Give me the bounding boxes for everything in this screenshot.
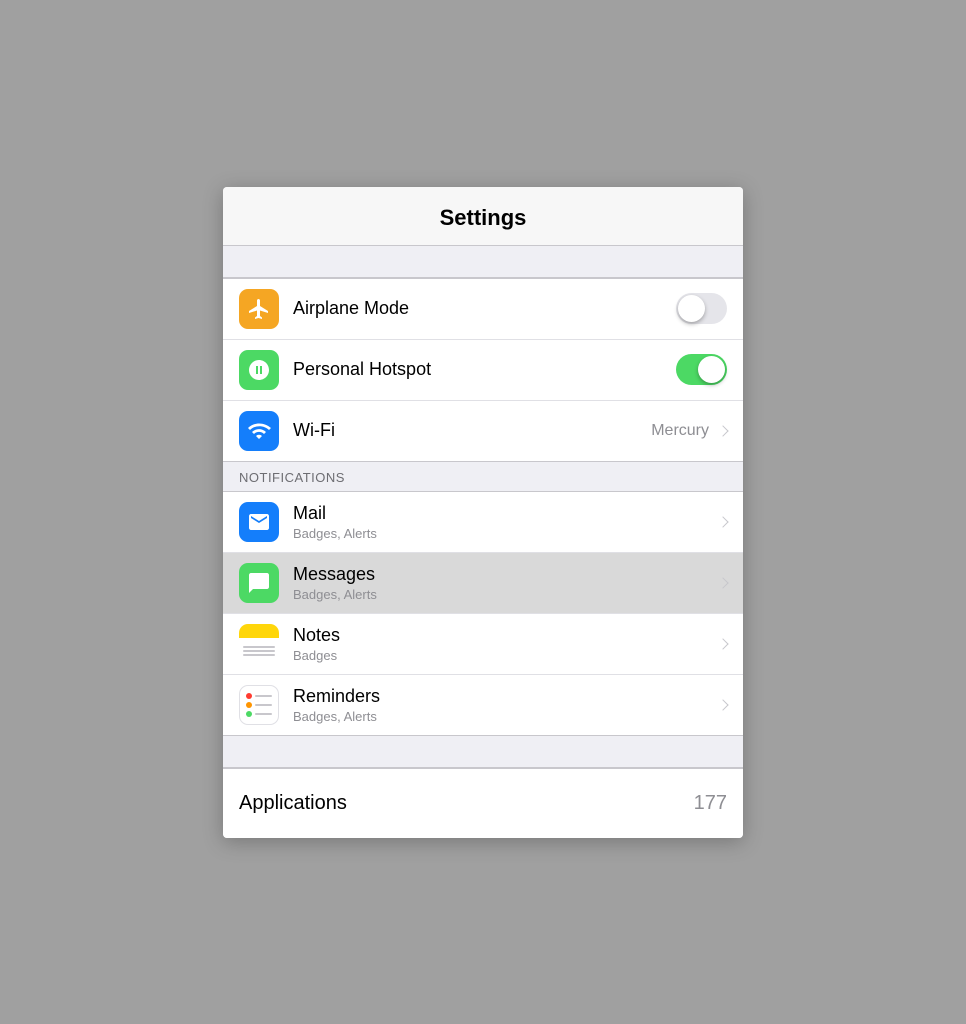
mail-right (715, 518, 727, 526)
notes-icon-top (239, 624, 279, 638)
hotspot-toggle[interactable] (676, 354, 727, 385)
airplane-mode-icon-wrap (239, 289, 279, 329)
personal-hotspot-row[interactable]: Personal Hotspot (223, 340, 743, 401)
wifi-chevron (717, 425, 728, 436)
page-title: Settings (223, 205, 743, 231)
connectivity-group: Airplane Mode Personal Hotspot (223, 278, 743, 462)
notifications-section-label: NOTIFICATIONS (223, 462, 743, 491)
notes-right (715, 640, 727, 648)
top-section-gap (223, 246, 743, 278)
airplane-mode-toggle-knob (678, 295, 705, 322)
wifi-text: Wi-Fi (293, 420, 651, 441)
airplane-mode-text: Airplane Mode (293, 298, 676, 319)
reminders-right (715, 701, 727, 709)
messages-subtitle: Badges, Alerts (293, 587, 715, 602)
notes-line-3 (243, 654, 275, 656)
bottom-section-gap (223, 736, 743, 768)
airplane-mode-row[interactable]: Airplane Mode (223, 279, 743, 340)
notes-subtitle: Badges (293, 648, 715, 663)
messages-chevron (717, 577, 728, 588)
reminders-icon-wrap (239, 685, 279, 725)
reminder-dot-3 (246, 711, 252, 717)
mail-label: Mail (293, 503, 715, 524)
messages-icon-wrap (239, 563, 279, 603)
notes-text: Notes Badges (293, 625, 715, 663)
mail-icon (247, 510, 271, 534)
airplane-mode-toggle[interactable] (676, 293, 727, 324)
applications-label: Applications (239, 792, 694, 815)
reminder-line-1 (255, 695, 272, 697)
hotspot-toggle-knob (698, 356, 725, 383)
notes-chevron (717, 638, 728, 649)
messages-icon (247, 571, 271, 595)
applications-row[interactable]: Applications 177 (223, 768, 743, 838)
hotspot-text: Personal Hotspot (293, 359, 676, 380)
messages-row[interactable]: Messages Badges, Alerts (223, 553, 743, 614)
reminders-label: Reminders (293, 686, 715, 707)
notifications-group: Mail Badges, Alerts Messages Badges, Ale… (223, 491, 743, 736)
reminder-dot-2 (246, 702, 252, 708)
reminders-chevron (717, 699, 728, 710)
mail-row[interactable]: Mail Badges, Alerts (223, 492, 743, 553)
notes-row[interactable]: Notes Badges (223, 614, 743, 675)
wifi-row[interactable]: Wi-Fi Mercury (223, 401, 743, 461)
notes-icon-wrap (239, 624, 279, 664)
wifi-right: Mercury (651, 422, 727, 440)
notes-icon-bottom (239, 638, 279, 664)
reminder-line-2 (255, 704, 272, 706)
wifi-value: Mercury (651, 422, 709, 440)
hotspot-icon-wrap (239, 350, 279, 390)
reminder-dot-1 (246, 693, 252, 699)
reminders-text: Reminders Badges, Alerts (293, 686, 715, 724)
reminders-row[interactable]: Reminders Badges, Alerts (223, 675, 743, 735)
messages-text: Messages Badges, Alerts (293, 564, 715, 602)
reminder-item-2 (246, 702, 272, 708)
hotspot-label: Personal Hotspot (293, 359, 676, 380)
messages-label: Messages (293, 564, 715, 585)
hotspot-icon (247, 358, 271, 382)
applications-count: 177 (694, 792, 727, 815)
notes-line-2 (243, 650, 275, 652)
reminder-item-3 (246, 711, 272, 717)
mail-subtitle: Badges, Alerts (293, 526, 715, 541)
reminders-subtitle: Badges, Alerts (293, 709, 715, 724)
mail-chevron (717, 516, 728, 527)
airplane-mode-label: Airplane Mode (293, 298, 676, 319)
phone-panel: Settings Airplane Mode (223, 187, 743, 838)
airplane-icon (247, 297, 271, 321)
settings-header: Settings (223, 187, 743, 246)
wifi-icon (247, 419, 271, 443)
notes-label: Notes (293, 625, 715, 646)
messages-right (715, 579, 727, 587)
wifi-label: Wi-Fi (293, 420, 651, 441)
reminder-item-1 (246, 693, 272, 699)
mail-icon-wrap (239, 502, 279, 542)
mail-text: Mail Badges, Alerts (293, 503, 715, 541)
wifi-icon-wrap (239, 411, 279, 451)
reminder-line-3 (255, 713, 272, 715)
notes-line-1 (243, 646, 275, 648)
